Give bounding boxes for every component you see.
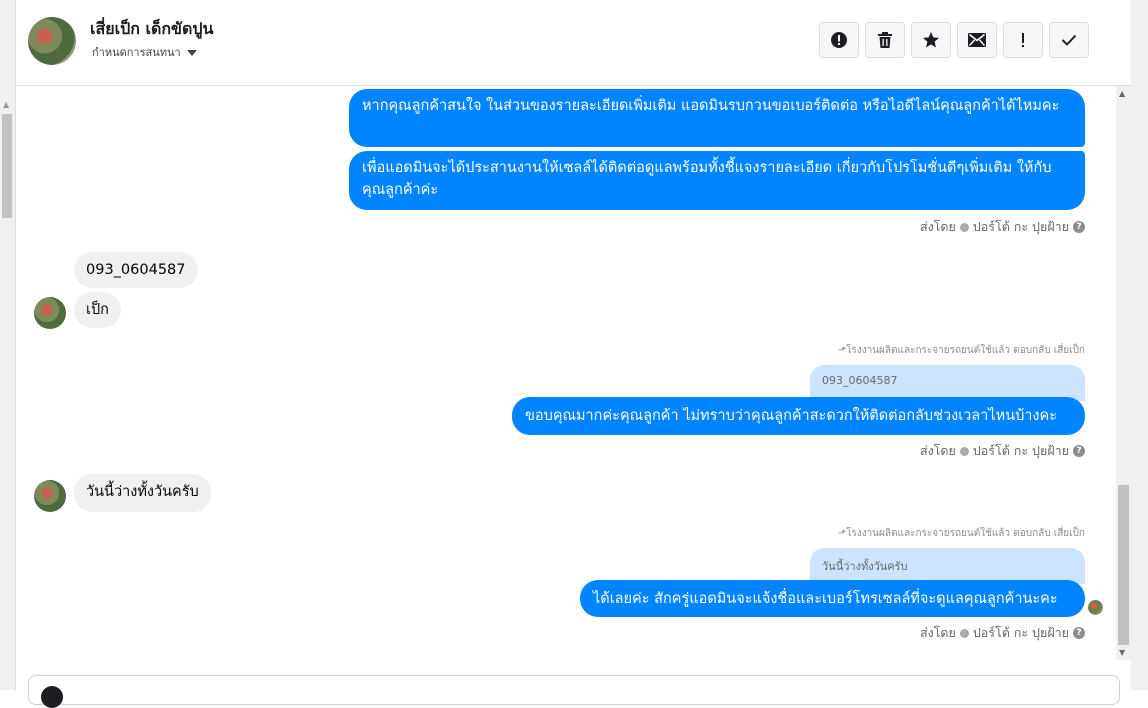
customer-avatar[interactable] [34,297,66,329]
sent-by-info: ส่งโดย ปอร์โต้ กะ ปุยฝ้าย ? [920,441,1085,461]
verified-dot-icon [959,446,969,456]
composer-avatar-icon [41,686,63,708]
outgoing-message[interactable]: เพื่อแอดมินจะได้ประสานงานให้เซลล์ได้ติดต… [349,151,1085,210]
verified-dot-icon [959,628,969,638]
schedule-label: กำหนดการสนทนา [92,46,181,59]
contact-avatar[interactable] [28,17,76,65]
sent-by-info: ส่งโดย ปอร์โต้ กะ ปุยฝ้าย ? [920,217,1085,237]
spam-button[interactable] [1003,22,1043,58]
message-composer[interactable] [28,675,1120,708]
reply-arrow-icon: ⬏ [837,528,847,539]
conversation-toolbar [819,22,1089,58]
quoted-message[interactable]: วันนี้ว่างทั้งวันครับ [810,548,1085,584]
reply-note: ⬏โรงงานผลิตและกระจายรถยนต์ใช้แล้ว ตอบกลั… [838,343,1085,358]
caret-down-icon [186,50,197,56]
reply-arrow-icon: ⬏ [837,345,847,356]
incoming-message[interactable]: 093_0604587 [74,252,198,288]
trash-icon [878,32,892,48]
scroll-up-arrow-icon[interactable]: ▲ [3,100,9,109]
mail-icon [968,33,986,47]
conversation-schedule-dropdown[interactable]: กำหนดการสนทนา [92,43,197,61]
reply-note: ⬏โรงงานผลิตและกระจายรถยนต์ใช้แล้ว ตอบกลั… [838,526,1085,541]
sent-by-label: ส่งโดย [919,443,956,458]
agent-name[interactable]: ปอร์โต้ กะ ปุยฝ้าย [973,441,1069,461]
agent-name[interactable]: ปอร์โต้ กะ ปุยฝ้าย [973,217,1069,237]
outgoing-message[interactable]: หากคุณลูกค้าสนใจ ในส่วนของรายละเอียดเพิ่… [349,89,1085,147]
report-icon [831,32,847,48]
outgoing-message[interactable]: ได้เลยค่ะ สักครู่แอดมินจะแจ้งชื่อและเบอร… [580,580,1085,617]
sent-by-label: ส่งโดย [919,219,956,234]
quoted-message[interactable]: 093_0604587 [810,365,1085,401]
reply-note-text: โรงงานผลิตและกระจายรถยนต์ใช้แล้ว ตอบกลับ… [846,528,1085,539]
seen-indicator-avatar [1088,600,1103,615]
mark-done-button[interactable] [1049,22,1089,58]
page-scrollbar[interactable] [1131,0,1148,690]
exclamation-icon [1022,33,1024,47]
incoming-message[interactable]: เป็ก [74,292,121,328]
agent-name[interactable]: ปอร์โต้ กะ ปุยฝ้าย [973,623,1069,643]
left-scrollbar[interactable]: ▲ [0,0,16,690]
sent-by-info: ส่งโดย ปอร์โต้ กะ ปุยฝ้าย ? [920,623,1085,643]
left-scrollbar-thumb[interactable] [2,114,12,218]
help-icon[interactable]: ? [1073,445,1085,457]
report-button[interactable] [819,22,859,58]
incoming-message[interactable]: วันนี้ว่างทั้งวันครับ [74,474,211,512]
sent-by-label: ส่งโดย [919,625,956,640]
conversation-header: เสี่ยเป็ก เด็กขัดปูน กำหนดการสนทนา [16,0,1131,86]
help-icon[interactable]: ? [1073,627,1085,639]
delete-button[interactable] [865,22,905,58]
scroll-down-arrow-icon[interactable]: ▼ [1119,648,1125,657]
star-button[interactable] [911,22,951,58]
mark-unread-button[interactable] [957,22,997,58]
verified-dot-icon [959,222,969,232]
help-icon[interactable]: ? [1073,221,1085,233]
customer-avatar[interactable] [34,480,66,512]
reply-note-text: โรงงานผลิตและกระจายรถยนต์ใช้แล้ว ตอบกลับ… [846,345,1085,356]
contact-name[interactable]: เสี่ยเป็ก เด็กขัดปูน [90,17,213,42]
outgoing-message[interactable]: ขอบคุณมากค่ะคุณลูกค้า ไม่ทราบว่าคุณลูกค้… [512,397,1085,435]
star-icon [923,32,939,48]
messages-scrollbar-thumb[interactable] [1118,485,1129,645]
check-icon [1061,34,1077,46]
scroll-up-arrow-icon[interactable]: ▲ [1119,89,1125,98]
